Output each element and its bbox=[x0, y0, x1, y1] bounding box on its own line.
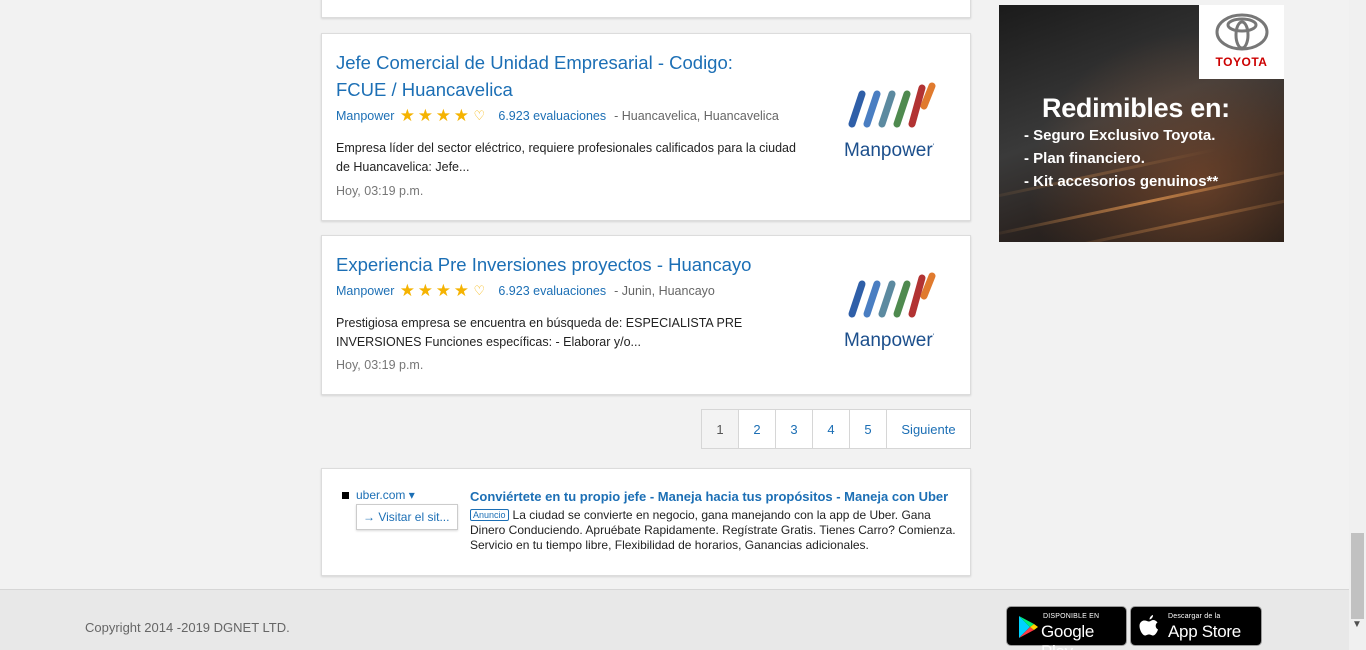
google-play-label: Google Play bbox=[1041, 622, 1095, 650]
google-play-caption: DISPONIBLE EN bbox=[1043, 613, 1100, 620]
footer: Copyright 2014 -2019 DGNET LTD. DISPONIB… bbox=[0, 589, 1349, 650]
visit-site-button[interactable]: → Visitar el sit... bbox=[356, 504, 458, 530]
job-description: Empresa líder del sector eléctrico, requ… bbox=[336, 141, 796, 174]
star-icon: ★ bbox=[435, 281, 451, 300]
job-title-link[interactable]: Experiencia Pre Inversiones proyectos - … bbox=[336, 251, 806, 278]
manpower-bars-icon bbox=[848, 272, 936, 318]
rating-stars: ★ ★ ★ ★ ♡ bbox=[398, 281, 488, 300]
vertical-scrollbar[interactable]: ▼ bbox=[1349, 0, 1366, 650]
page-4-button[interactable]: 4 bbox=[813, 410, 850, 448]
page-1-button[interactable]: 1 bbox=[702, 410, 739, 448]
job-meta: Manpower ★ ★ ★ ★ ♡ 6.923 evaluaciones - … bbox=[336, 281, 715, 300]
ad-domain-link[interactable]: uber.com ▾ bbox=[356, 488, 415, 502]
company-link[interactable]: Manpower bbox=[336, 109, 394, 123]
job-card: Experiencia Pre Inversiones proyectos - … bbox=[321, 235, 971, 395]
ad-body-text: La ciudad se convierte en negocio, gana … bbox=[470, 508, 956, 552]
job-card-previous bbox=[321, 0, 971, 18]
banner-line: - Seguro Exclusivo Toyota. bbox=[1024, 127, 1216, 144]
banner-line: - Kit accesorios genuinos** bbox=[1024, 173, 1219, 190]
star-icon: ★ bbox=[453, 106, 469, 125]
ad-body: Anuncio La ciudad se convierte en negocio… bbox=[470, 508, 958, 554]
job-title-link[interactable]: Jefe Comercial de Unidad Empresarial - C… bbox=[336, 49, 786, 103]
toyota-logo: TOYOTA bbox=[1199, 5, 1284, 79]
toyota-wordmark: TOYOTA bbox=[1215, 55, 1268, 69]
pagination: 1 2 3 4 5 Siguiente bbox=[701, 409, 971, 449]
banner-line: - Plan financiero. bbox=[1024, 150, 1145, 167]
job-description: Prestigiosa empresa se encuentra en búsq… bbox=[336, 316, 743, 349]
company-logo-text: Manpower' bbox=[843, 140, 935, 161]
banner-heading: Redimibles en: bbox=[1042, 93, 1230, 123]
job-date: Hoy, 03:19 p.m. bbox=[336, 184, 424, 198]
next-page-button[interactable]: Siguiente bbox=[887, 410, 970, 448]
rating-stars: ★ ★ ★ ★ ♡ bbox=[398, 106, 488, 125]
heart-outline-icon: ♡ bbox=[473, 283, 486, 298]
manpower-bars-icon bbox=[848, 82, 936, 128]
job-card: Jefe Comercial de Unidad Empresarial - C… bbox=[321, 33, 971, 221]
company-logo[interactable]: Manpower' bbox=[836, 82, 956, 172]
apple-icon bbox=[1139, 615, 1158, 636]
reviews-link[interactable]: 6.923 evaluaciones bbox=[498, 284, 606, 298]
reviews-link[interactable]: 6.923 evaluaciones bbox=[498, 109, 606, 123]
toyota-banner-ad[interactable]: TOYOTA Redimibles en: - Seguro Exclusivo… bbox=[999, 5, 1284, 242]
page-5-button[interactable]: 5 bbox=[850, 410, 887, 448]
google-play-icon bbox=[1019, 616, 1038, 638]
ad-bullet-icon bbox=[342, 492, 349, 499]
heart-outline-icon: ♡ bbox=[473, 108, 486, 123]
copyright-text: Copyright 2014 -2019 DGNET LTD. bbox=[85, 620, 290, 635]
scrollbar-thumb[interactable] bbox=[1351, 533, 1364, 619]
page-3-button[interactable]: 3 bbox=[776, 410, 813, 448]
ad-badge: Anuncio bbox=[470, 509, 509, 521]
company-logo-text: Manpower' bbox=[843, 330, 935, 351]
job-location: - Huancavelica, Huancavelica bbox=[614, 109, 779, 123]
job-date: Hoy, 03:19 p.m. bbox=[336, 358, 424, 372]
star-icon: ★ bbox=[399, 281, 415, 300]
star-icon: ★ bbox=[453, 281, 469, 300]
google-play-badge[interactable]: DISPONIBLE EN Google Play bbox=[1006, 606, 1127, 650]
app-store-label: App Store bbox=[1168, 622, 1241, 641]
star-icon: ★ bbox=[435, 106, 451, 125]
sponsored-ad: uber.com ▾ → Visitar el sit... Conviérte… bbox=[321, 468, 971, 576]
company-link[interactable]: Manpower bbox=[336, 284, 394, 298]
app-store-badge[interactable]: Descargar de la App Store bbox=[1130, 606, 1262, 646]
app-store-caption: Descargar de la bbox=[1168, 613, 1221, 620]
job-location: - Junin, Huancayo bbox=[614, 284, 715, 298]
scroll-down-arrow-icon[interactable]: ▼ bbox=[1352, 619, 1362, 630]
ad-title-link[interactable]: Conviértete en tu propio jefe - Maneja h… bbox=[470, 489, 958, 504]
star-icon: ★ bbox=[417, 281, 433, 300]
job-meta: Manpower ★ ★ ★ ★ ♡ 6.923 evaluaciones - … bbox=[336, 106, 779, 125]
page-2-button[interactable]: 2 bbox=[739, 410, 776, 448]
company-logo[interactable]: Manpower' bbox=[836, 272, 956, 362]
star-icon: ★ bbox=[417, 106, 433, 125]
star-icon: ★ bbox=[399, 106, 415, 125]
toyota-emblem-icon bbox=[1215, 13, 1269, 51]
